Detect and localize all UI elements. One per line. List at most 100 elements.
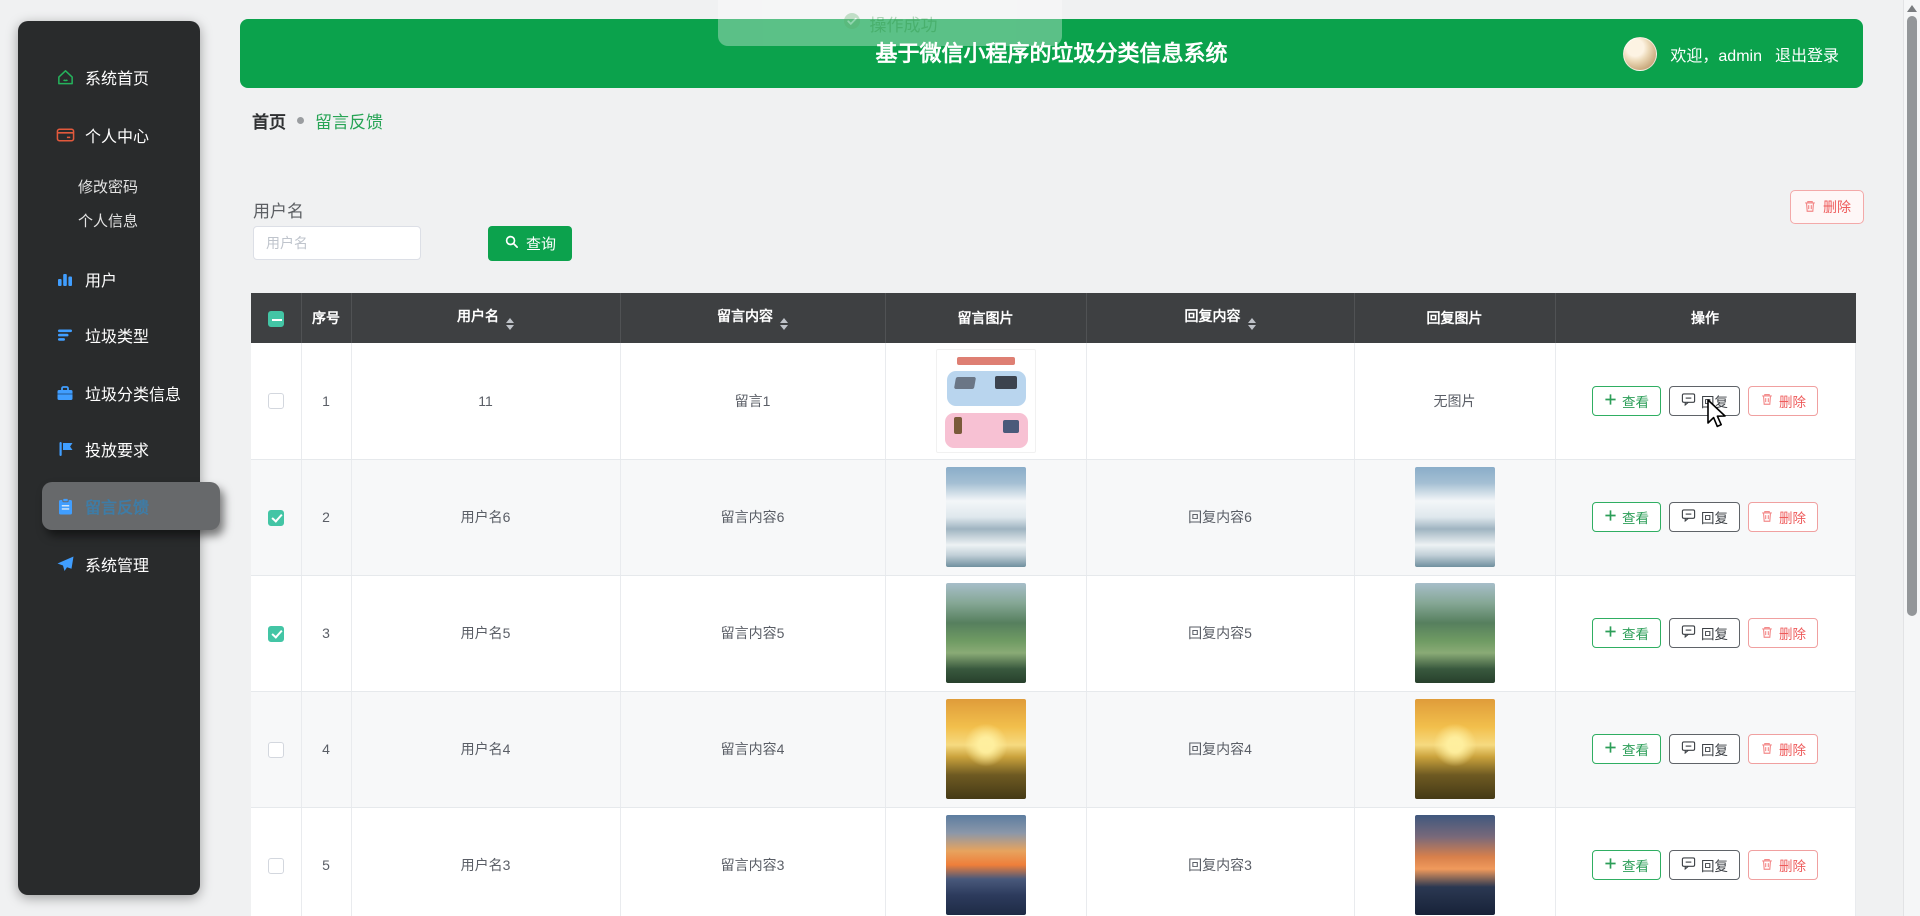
delete-button[interactable]: 删除 bbox=[1748, 734, 1818, 764]
select-all-cell[interactable] bbox=[251, 293, 301, 343]
username-search-input[interactable] bbox=[253, 226, 421, 260]
scrollbar-thumb[interactable] bbox=[1907, 16, 1917, 616]
view-button[interactable]: 查看 bbox=[1592, 850, 1661, 880]
column-header-reply-content[interactable]: 回复内容 bbox=[1086, 293, 1354, 343]
column-header-reply-image: 回复图片 bbox=[1354, 293, 1555, 343]
view-button[interactable]: 查看 bbox=[1592, 502, 1661, 532]
batch-delete-button[interactable]: 删除 bbox=[1790, 190, 1864, 224]
column-header-message-content[interactable]: 留言内容 bbox=[620, 293, 885, 343]
breadcrumb-home[interactable]: 首页 bbox=[252, 108, 286, 133]
table-row: 2 用户名6 留言内容6 回复内容6 查看 回复 删除 bbox=[251, 459, 1855, 575]
breadcrumb-current: 留言反馈 bbox=[315, 108, 383, 133]
row-checkbox[interactable] bbox=[268, 858, 284, 874]
delete-button[interactable]: 删除 bbox=[1748, 850, 1818, 880]
cell-reply-content: 回复内容4 bbox=[1086, 691, 1354, 807]
reply-button[interactable]: 回复 bbox=[1669, 386, 1740, 416]
delete-button[interactable]: 删除 bbox=[1748, 386, 1818, 416]
cell-reply-content: 回复内容5 bbox=[1086, 575, 1354, 691]
reply-image[interactable] bbox=[1415, 815, 1495, 915]
cell-index: 2 bbox=[301, 459, 351, 575]
scrollbar[interactable] bbox=[1903, 0, 1920, 916]
message-image[interactable] bbox=[946, 815, 1026, 915]
sidebar-item-personal-info[interactable]: 个人信息 bbox=[18, 200, 200, 240]
breadcrumb-separator-dot bbox=[297, 117, 304, 124]
plus-icon bbox=[1604, 857, 1617, 873]
reply-image[interactable] bbox=[1415, 699, 1495, 799]
trash-icon bbox=[1760, 392, 1774, 409]
reply-image[interactable] bbox=[1415, 467, 1495, 567]
row-checkbox[interactable] bbox=[268, 393, 284, 409]
sidebar-item-label: 用户 bbox=[85, 267, 117, 291]
column-header-message-image: 留言图片 bbox=[885, 293, 1086, 343]
sidebar-item-disposal-requirements[interactable]: 投放要求 bbox=[18, 429, 200, 469]
table-row: 3 用户名5 留言内容5 回复内容5 查看 回复 删除 bbox=[251, 575, 1855, 691]
breadcrumb: 首页 留言反馈 bbox=[252, 108, 383, 133]
reply-image[interactable] bbox=[1415, 583, 1495, 683]
bar-chart-icon bbox=[55, 270, 75, 288]
sidebar-item-label: 系统管理 bbox=[85, 552, 149, 576]
row-checkbox[interactable] bbox=[268, 742, 284, 758]
message-image[interactable] bbox=[946, 467, 1026, 567]
column-header-username[interactable]: 用户名 bbox=[351, 293, 620, 343]
cell-reply-content bbox=[1086, 343, 1354, 459]
sidebar-item-label: 个人信息 bbox=[78, 210, 138, 231]
reply-button[interactable]: 回复 bbox=[1669, 850, 1740, 880]
reply-button[interactable]: 回复 bbox=[1669, 618, 1740, 648]
sort-arrows-icon[interactable] bbox=[780, 318, 788, 330]
sidebar-item-garbage-types[interactable]: 垃圾类型 bbox=[18, 315, 200, 355]
table-row: 5 用户名3 留言内容3 回复内容3 查看 回复 删除 bbox=[251, 807, 1855, 916]
reply-button[interactable]: 回复 bbox=[1669, 734, 1740, 764]
cell-message-content: 留言内容3 bbox=[620, 807, 885, 916]
sidebar-item-label: 个人中心 bbox=[85, 123, 149, 147]
sidebar-item-system-management[interactable]: 系统管理 bbox=[18, 544, 200, 584]
sidebar-item-personal-center[interactable]: 个人中心 bbox=[18, 115, 200, 155]
sidebar-item-users[interactable]: 用户 bbox=[18, 259, 200, 299]
logout-button[interactable]: 退出登录 bbox=[1775, 42, 1839, 66]
message-image[interactable] bbox=[936, 349, 1036, 453]
trash-icon bbox=[1760, 741, 1774, 758]
select-all-checkbox[interactable] bbox=[268, 311, 284, 327]
cell-message-content: 留言内容6 bbox=[620, 459, 885, 575]
sort-arrows-icon[interactable] bbox=[506, 318, 514, 330]
avatar[interactable] bbox=[1623, 37, 1657, 71]
card-icon bbox=[55, 127, 75, 143]
message-image[interactable] bbox=[946, 583, 1026, 683]
cell-username: 用户名6 bbox=[351, 459, 620, 575]
sidebar-item-system-home[interactable]: 系统首页 bbox=[18, 57, 200, 97]
row-checkbox[interactable] bbox=[268, 626, 284, 642]
success-toast: 操作成功 bbox=[718, 0, 1062, 46]
list-icon bbox=[55, 327, 75, 343]
toast-message: 操作成功 bbox=[870, 11, 938, 36]
cell-username: 11 bbox=[351, 343, 620, 459]
view-button[interactable]: 查看 bbox=[1592, 734, 1661, 764]
clipboard-icon bbox=[55, 497, 75, 516]
username-label: 用户名 bbox=[253, 197, 304, 222]
sidebar-item-message-feedback[interactable]: 留言反馈 bbox=[42, 482, 220, 530]
message-image[interactable] bbox=[946, 699, 1026, 799]
delete-button[interactable]: 删除 bbox=[1748, 502, 1818, 532]
view-button[interactable]: 查看 bbox=[1592, 618, 1661, 648]
view-button[interactable]: 查看 bbox=[1592, 386, 1661, 416]
paper-plane-icon bbox=[55, 555, 75, 573]
home-icon bbox=[55, 68, 75, 87]
sidebar-item-garbage-classification-info[interactable]: 垃圾分类信息 bbox=[18, 373, 200, 413]
reply-button[interactable]: 回复 bbox=[1669, 502, 1740, 532]
cell-index: 3 bbox=[301, 575, 351, 691]
check-circle-icon bbox=[843, 12, 861, 35]
trash-icon bbox=[1803, 199, 1817, 216]
row-checkbox[interactable] bbox=[268, 510, 284, 526]
scroll-up-arrow-icon[interactable] bbox=[1907, 5, 1917, 12]
welcome-text: 欢迎，admin bbox=[1670, 42, 1762, 66]
cell-message-content: 留言内容4 bbox=[620, 691, 885, 807]
briefcase-icon bbox=[55, 385, 75, 402]
delete-button[interactable]: 删除 bbox=[1748, 618, 1818, 648]
trash-icon bbox=[1760, 857, 1774, 874]
sort-arrows-icon[interactable] bbox=[1248, 318, 1256, 330]
user-box: 欢迎，admin 退出登录 bbox=[1623, 19, 1839, 88]
sidebar-item-label: 系统首页 bbox=[85, 65, 149, 89]
feedback-table: 序号 用户名 留言内容 留言图片 回复内容 回复图片 操作 1 11 留言1 无… bbox=[251, 293, 1856, 916]
table-row: 1 11 留言1 无图片 查看 回复 删除 bbox=[251, 343, 1855, 459]
cell-index: 4 bbox=[301, 691, 351, 807]
query-button[interactable]: 查询 bbox=[488, 226, 572, 261]
table-header-row: 序号 用户名 留言内容 留言图片 回复内容 回复图片 操作 bbox=[251, 293, 1855, 343]
